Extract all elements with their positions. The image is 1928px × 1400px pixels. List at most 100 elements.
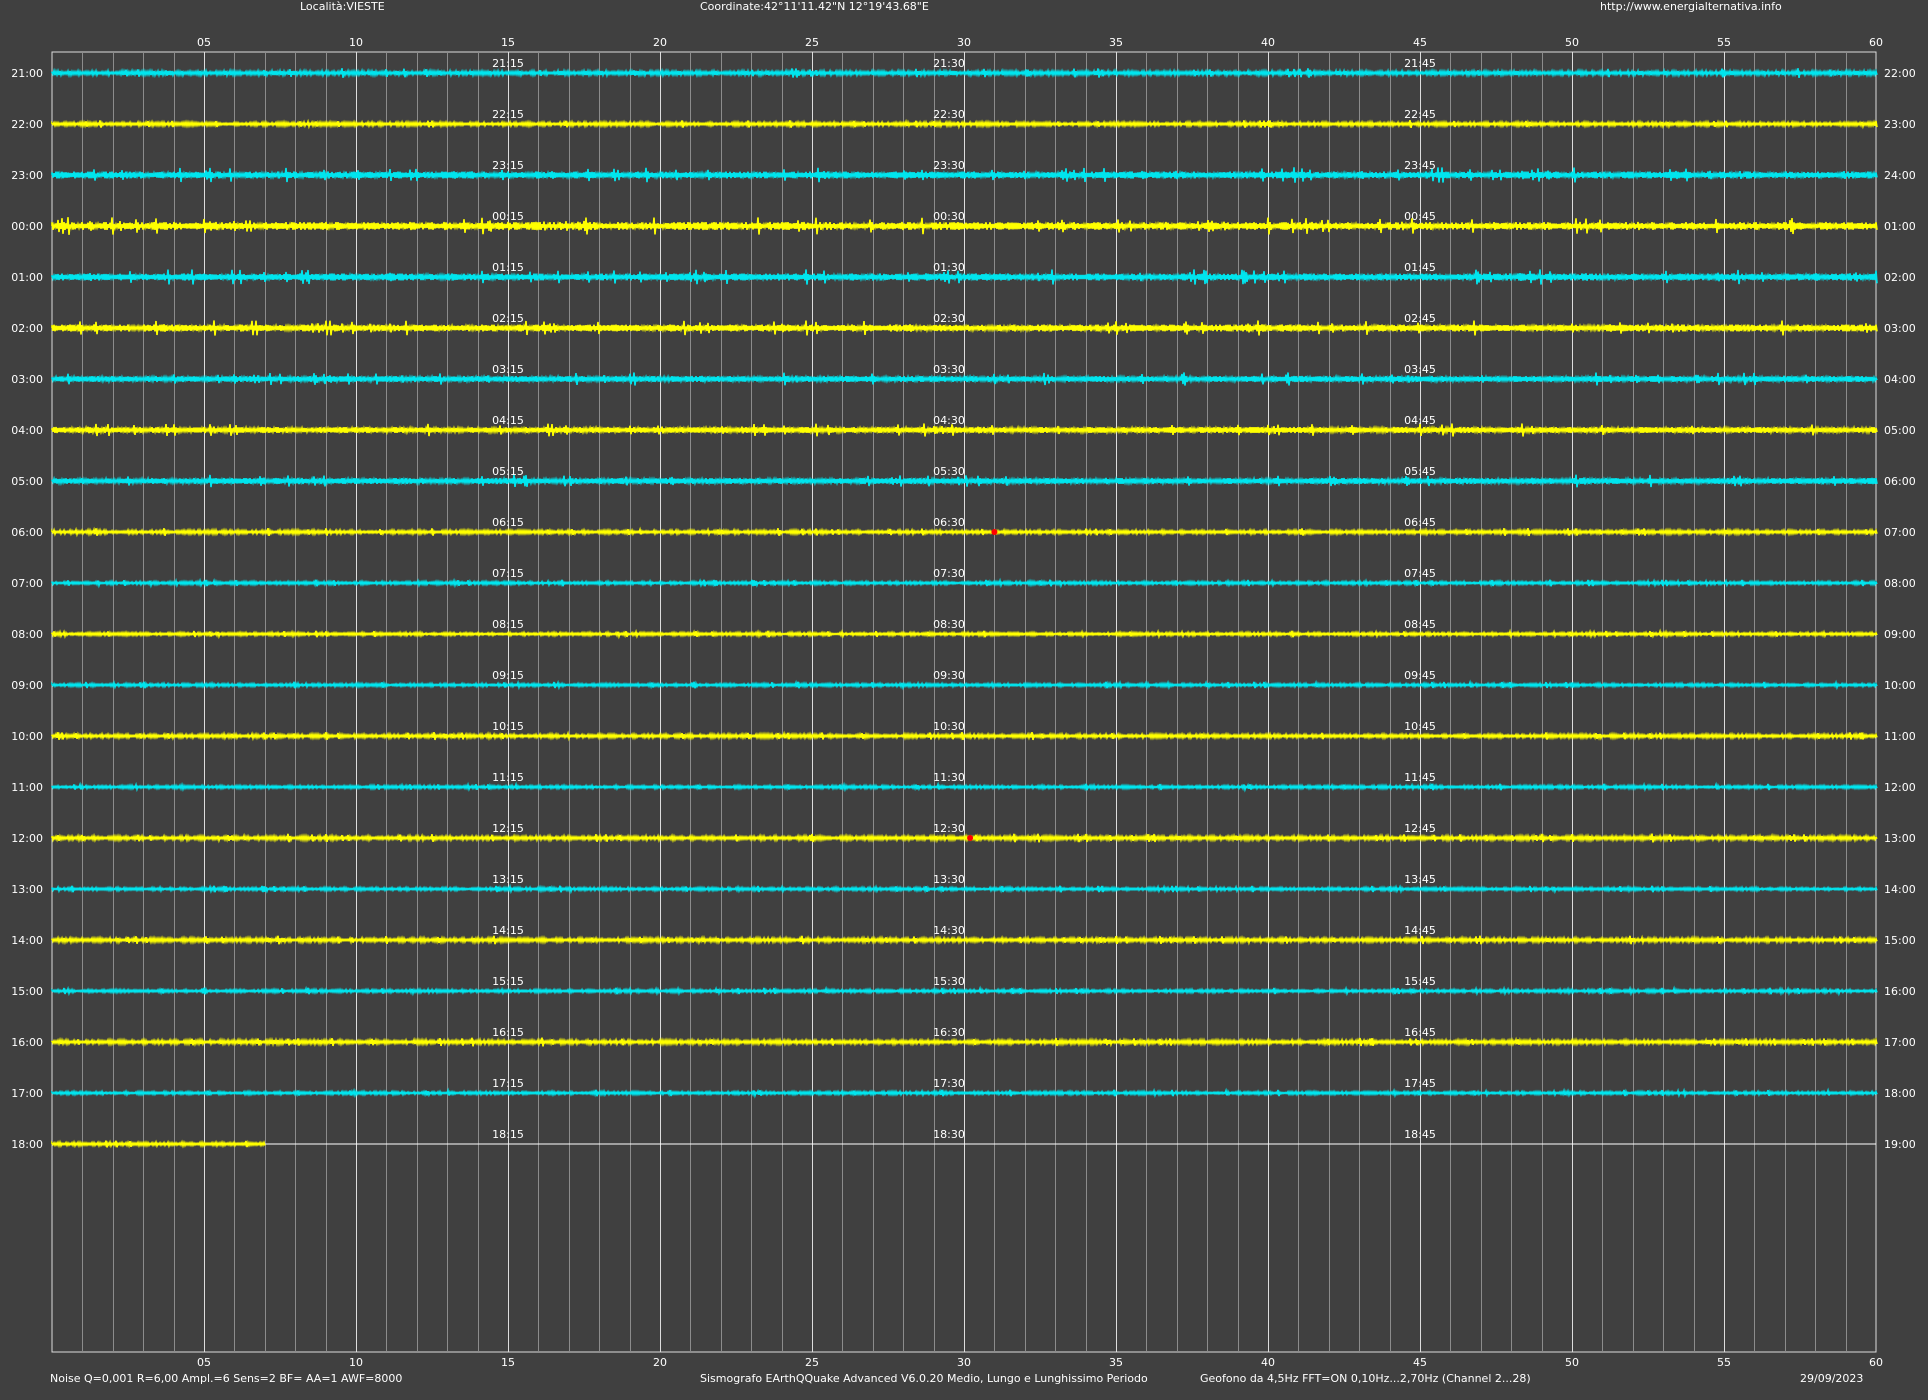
quarter-label: 16:45 [1404, 1026, 1436, 1039]
row-time-right: 23:00 [1884, 118, 1916, 131]
quarter-label: 18:30 [933, 1128, 965, 1141]
row-time-right: 22:00 [1884, 67, 1916, 80]
quarter-label: 14:45 [1404, 924, 1436, 937]
x-tick-label-bottom: 30 [957, 1356, 971, 1369]
quarter-label: 22:45 [1404, 108, 1436, 121]
row-time-right: 15:00 [1884, 934, 1916, 947]
quarter-label: 01:30 [933, 261, 965, 274]
x-tick-label-top: 20 [653, 36, 667, 49]
quarter-label: 15:15 [492, 975, 524, 988]
row-time-left: 01:00 [11, 271, 43, 284]
quarter-label: 00:30 [933, 210, 965, 223]
seismic-trace [51, 118, 1878, 130]
quarter-label: 01:15 [492, 261, 524, 274]
row-time-right: 03:00 [1884, 322, 1916, 335]
event-marker [967, 835, 974, 841]
quarter-label: 15:45 [1404, 975, 1436, 988]
quarter-label: 12:30 [933, 822, 965, 835]
quarter-label: 13:30 [933, 873, 965, 886]
quarter-label: 07:45 [1404, 567, 1436, 580]
row-time-right: 17:00 [1884, 1036, 1916, 1049]
x-tick-label-bottom: 60 [1869, 1356, 1883, 1369]
quarter-label: 06:15 [492, 516, 524, 529]
row-time-right: 13:00 [1884, 832, 1916, 845]
row-time-left: 03:00 [11, 373, 43, 386]
quarter-label: 12:45 [1404, 822, 1436, 835]
quarter-label: 02:15 [492, 312, 524, 325]
row-time-right: 05:00 [1884, 424, 1916, 437]
x-tick-label-bottom: 35 [1109, 1356, 1123, 1369]
quarter-label: 05:45 [1404, 465, 1436, 478]
quarter-label: 08:45 [1404, 618, 1436, 631]
row-time-right: 14:00 [1884, 883, 1916, 896]
quarter-label: 11:30 [933, 771, 965, 784]
quarter-label: 22:30 [933, 108, 965, 121]
quarter-label: 07:15 [492, 567, 524, 580]
quarter-label: 23:15 [492, 159, 524, 172]
quarter-label: 06:45 [1404, 516, 1436, 529]
quarter-label: 17:30 [933, 1077, 965, 1090]
row-time-right: 01:00 [1884, 220, 1916, 233]
row-time-left: 00:00 [11, 220, 43, 233]
x-tick-label-top: 05 [197, 36, 211, 49]
quarter-label: 10:30 [933, 720, 965, 733]
quarter-label: 08:30 [933, 618, 965, 631]
x-tick-label-bottom: 55 [1717, 1356, 1731, 1369]
quarter-label: 09:30 [933, 669, 965, 682]
quarter-label: 22:15 [492, 108, 524, 121]
row-time-left: 06:00 [11, 526, 43, 539]
x-tick-label-top: 40 [1261, 36, 1275, 49]
row-time-right: 09:00 [1884, 628, 1916, 641]
x-tick-label-top: 25 [805, 36, 819, 49]
quarter-label: 04:30 [933, 414, 965, 427]
row-time-right: 02:00 [1884, 271, 1916, 284]
quarter-label: 06:30 [933, 516, 965, 529]
x-tick-label-bottom: 50 [1565, 1356, 1579, 1369]
seismic-trace [51, 628, 1878, 640]
quarter-label: 18:15 [492, 1128, 524, 1141]
quarter-label: 21:45 [1404, 57, 1436, 70]
quarter-label: 07:30 [933, 567, 965, 580]
x-tick-label-bottom: 25 [805, 1356, 819, 1369]
row-time-left: 09:00 [11, 679, 43, 692]
x-tick-label-top: 45 [1413, 36, 1427, 49]
row-time-left: 10:00 [11, 730, 43, 743]
quarter-label: 03:30 [933, 363, 965, 376]
x-tick-label-bottom: 10 [349, 1356, 363, 1369]
quarter-label: 03:15 [492, 363, 524, 376]
x-tick-label-bottom: 05 [197, 1356, 211, 1369]
x-tick-label-bottom: 40 [1261, 1356, 1275, 1369]
x-tick-label-bottom: 45 [1413, 1356, 1427, 1369]
quarter-label: 11:15 [492, 771, 524, 784]
quarter-label: 11:45 [1404, 771, 1436, 784]
quarter-label: 10:15 [492, 720, 524, 733]
quarter-label: 05:30 [933, 465, 965, 478]
row-time-right: 08:00 [1884, 577, 1916, 590]
row-time-left: 18:00 [11, 1138, 43, 1151]
quarter-label: 15:30 [933, 975, 965, 988]
quarter-label: 13:45 [1404, 873, 1436, 886]
date-label: 29/09/2023 [1800, 1372, 1864, 1385]
x-tick-label-bottom: 20 [653, 1356, 667, 1369]
row-time-left: 17:00 [11, 1087, 43, 1100]
quarter-label: 01:45 [1404, 261, 1436, 274]
row-time-left: 13:00 [11, 883, 43, 896]
quarter-label: 18:45 [1404, 1128, 1436, 1141]
quarter-label: 04:15 [492, 414, 524, 427]
row-time-left: 16:00 [11, 1036, 43, 1049]
row-time-right: 19:00 [1884, 1138, 1916, 1151]
row-time-right: 11:00 [1884, 730, 1916, 743]
row-time-left: 23:00 [11, 169, 43, 182]
seismogram-chart: 05 05 10 10 15 15 20 20 25 25 30 30 35 35 40 40 45 45 50 50… [11, 36, 1916, 1369]
x-tick-label-top: 15 [501, 36, 515, 49]
quarter-label: 12:15 [492, 822, 524, 835]
quarter-label: 02:45 [1404, 312, 1436, 325]
row-time-right: 07:00 [1884, 526, 1916, 539]
row-time-left: 15:00 [11, 985, 43, 998]
row-time-left: 08:00 [11, 628, 43, 641]
quarter-label: 16:30 [933, 1026, 965, 1039]
quarter-label: 00:45 [1404, 210, 1436, 223]
quarter-label: 21:30 [933, 57, 965, 70]
quarter-label: 08:15 [492, 618, 524, 631]
quarter-label: 05:15 [492, 465, 524, 478]
